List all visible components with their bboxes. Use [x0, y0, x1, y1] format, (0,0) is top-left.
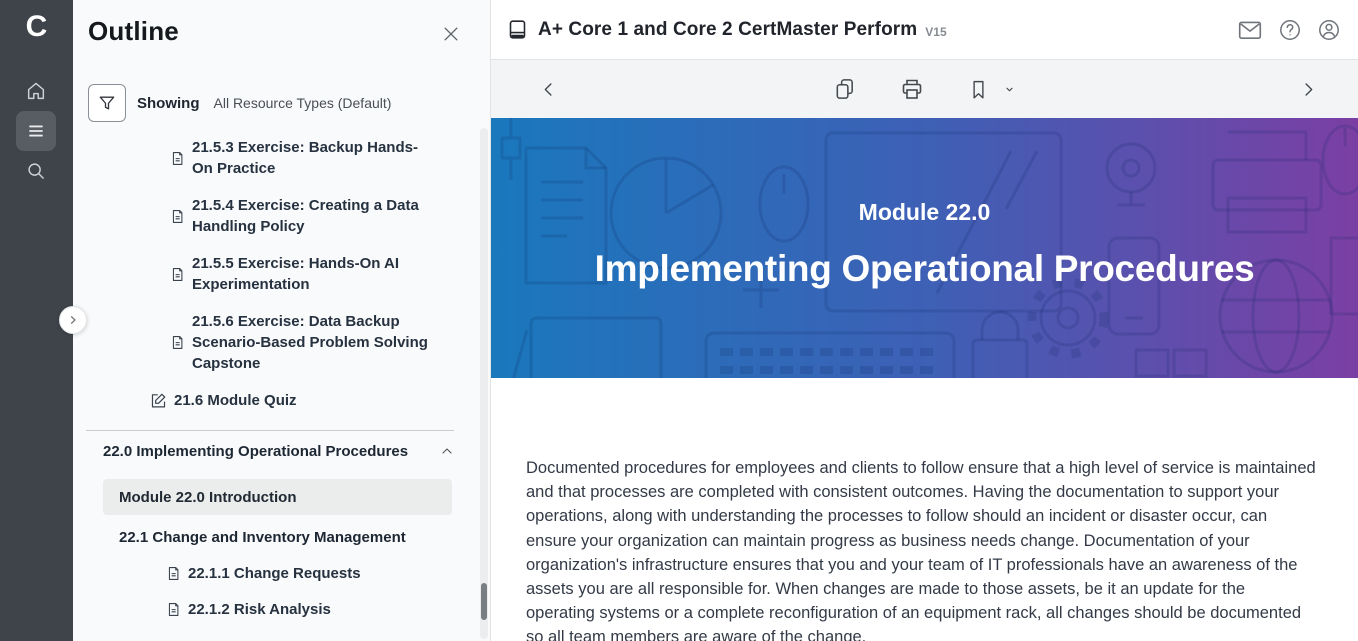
course-title: A+ Core 1 and Core 2 CertMaster Perform: [538, 19, 917, 41]
bookmark-group: [968, 78, 1017, 101]
outline-scrollbar[interactable]: [480, 128, 488, 639]
outline-divider: [86, 430, 454, 431]
filter-row: Showing All Resource Types (Default): [88, 84, 391, 122]
home-icon: [25, 80, 47, 102]
chevron-up-icon: [440, 444, 454, 458]
bookmark-icon: [968, 78, 989, 101]
outline-item[interactable]: 22.1.2 Risk Analysis: [166, 601, 476, 618]
outline-section-header[interactable]: 22.0 Implementing Operational Procedures: [103, 441, 454, 461]
funnel-icon: [97, 93, 117, 113]
toolbar-center: [833, 77, 1017, 102]
mail-icon: [1237, 18, 1263, 42]
bookmark-button[interactable]: [968, 78, 989, 101]
outline-item[interactable]: 21.5.5 Exercise: Hands-On AI Experimenta…: [170, 253, 438, 295]
lesson-toolbar: [491, 60, 1358, 118]
outline-scrollbar-thumb[interactable]: [481, 583, 487, 620]
account-icon: [1317, 18, 1341, 42]
outline-item-label: 22.1.2 Risk Analysis: [188, 601, 331, 618]
outline-section-label: 22.0 Implementing Operational Procedures: [103, 443, 408, 460]
chevron-right-icon: [67, 314, 79, 326]
module-number: Module 22.0: [491, 199, 1358, 226]
outline-item-label: 21.5.6 Exercise: Data Backup Scenario-Ba…: [192, 311, 430, 374]
caret-down-icon: [1002, 82, 1017, 97]
chevron-right-icon: [1299, 80, 1318, 99]
course-header: A+ Core 1 and Core 2 CertMaster Perform …: [491, 0, 1358, 60]
showing-label: Showing: [137, 95, 200, 112]
main-area: A+ Core 1 and Core 2 CertMaster Perform …: [491, 0, 1358, 641]
outline-item-label: Module 22.0 Introduction: [119, 489, 297, 506]
filter-value: All Resource Types (Default): [214, 95, 392, 111]
document-icon: [170, 335, 185, 350]
outline-item[interactable]: 22.1.1 Change Requests: [166, 565, 476, 582]
outline-item-label: 22.1 Change and Inventory Management: [119, 529, 406, 546]
header-actions: [1237, 0, 1341, 60]
print-button[interactable]: [900, 77, 924, 101]
account-button[interactable]: [1317, 18, 1341, 42]
outline-title: Outline: [88, 16, 179, 47]
lesson-content: Documented procedures for employees and …: [491, 378, 1358, 641]
copy-button[interactable]: [833, 77, 856, 102]
menu-icon: [25, 120, 47, 142]
copy-icon: [833, 77, 856, 102]
outline-item-selected[interactable]: Module 22.0 Introduction: [103, 479, 452, 515]
print-icon: [900, 77, 924, 101]
module-banner: Module 22.0 Implementing Operational Pro…: [491, 118, 1358, 378]
comptia-logo: C: [0, 8, 73, 46]
help-button[interactable]: [1278, 18, 1302, 42]
document-icon: [170, 267, 185, 282]
outline-list: 21.5.3 Exercise: Backup Hands-On Practic…: [73, 130, 476, 641]
outline-item-label: 21.5.5 Exercise: Hands-On AI Experimenta…: [192, 253, 430, 295]
help-icon: [1278, 18, 1302, 42]
document-icon: [170, 151, 185, 166]
search-icon: [25, 160, 47, 182]
next-page-button[interactable]: [1299, 80, 1318, 99]
quiz-edit-icon: [150, 392, 167, 409]
course-version: V15: [925, 25, 946, 39]
close-icon: [441, 24, 463, 44]
document-icon: [170, 209, 185, 224]
close-outline-button[interactable]: [441, 23, 463, 45]
lesson-paragraph: Documented procedures for employees and …: [526, 456, 1318, 641]
search-button[interactable]: [16, 151, 56, 191]
outline-item[interactable]: 21.5.3 Exercise: Backup Hands-On Practic…: [170, 137, 438, 179]
outline-panel: Outline Showing All Resource Types (Defa…: [73, 0, 491, 641]
home-button[interactable]: [16, 71, 56, 111]
course-book-icon: [507, 19, 528, 40]
module-title: Implementing Operational Procedures: [491, 248, 1358, 290]
outline-item-quiz[interactable]: 21.6 Module Quiz: [150, 392, 476, 409]
outline-item-label: 22.1.1 Change Requests: [188, 565, 361, 582]
outline-menu-button[interactable]: [16, 111, 56, 151]
outline-subsection[interactable]: 22.1 Change and Inventory Management: [119, 529, 476, 546]
outline-item[interactable]: 21.5.4 Exercise: Creating a Data Handlin…: [170, 195, 438, 237]
previous-page-button[interactable]: [539, 80, 558, 99]
chevron-left-icon: [539, 80, 558, 99]
document-icon: [166, 566, 181, 581]
messages-button[interactable]: [1237, 18, 1263, 42]
outline-item-label: 21.6 Module Quiz: [174, 392, 297, 409]
bookmark-menu-button[interactable]: [1002, 82, 1017, 97]
document-icon: [166, 602, 181, 617]
collapse-panel-button[interactable]: [59, 306, 87, 334]
outline-item-label: 21.5.3 Exercise: Backup Hands-On Practic…: [192, 137, 430, 179]
outline-item[interactable]: 21.5.6 Exercise: Data Backup Scenario-Ba…: [170, 311, 438, 374]
outline-item-label: 21.5.4 Exercise: Creating a Data Handlin…: [192, 195, 430, 237]
filter-button[interactable]: [88, 84, 126, 122]
